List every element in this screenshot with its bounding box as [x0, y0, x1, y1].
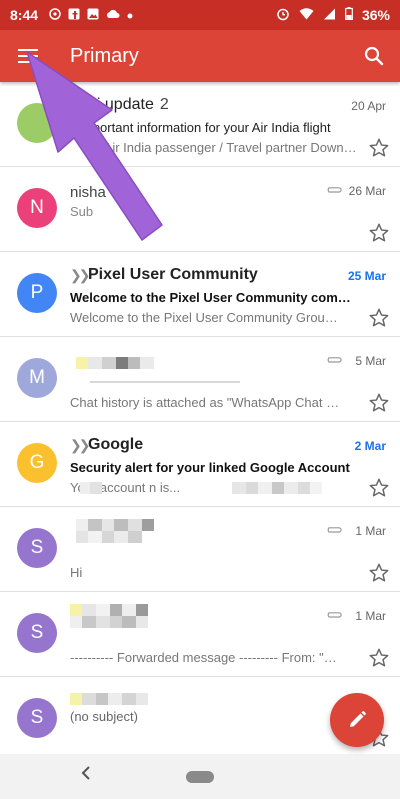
redacted-sender — [76, 357, 154, 369]
email-date: 2 Mar — [354, 439, 386, 453]
attachment-icon — [327, 187, 342, 193]
facebook-icon — [68, 8, 80, 22]
email-snippet: Chat history is attached as "WhatsApp Ch… — [70, 395, 345, 410]
avatar: M — [17, 358, 57, 398]
pencil-icon — [350, 711, 366, 727]
back-button[interactable] — [80, 764, 92, 787]
redacted-snippet — [80, 482, 102, 494]
chevron-left-icon — [81, 766, 90, 780]
email-sender: Pixel User Community — [88, 266, 258, 283]
email-subject: Welcome to the Pixel User Community comm… — [70, 290, 360, 305]
email-snippet: ---------- Forwarded message --------- F… — [70, 650, 345, 665]
email-row[interactable]: G ❯❯ Google 2 Mar Security alert for you… — [0, 422, 400, 507]
avatar: N — [17, 188, 57, 228]
notification-dot-icon — [127, 9, 133, 21]
status-bar: 8:44 36% — [0, 0, 400, 30]
avatar: G — [17, 443, 57, 483]
star-icon[interactable] — [368, 137, 390, 159]
email-date: 1 Mar — [355, 609, 386, 623]
redacted-snippet — [232, 482, 322, 494]
cloud-icon — [106, 9, 120, 21]
page-title: Primary — [70, 44, 139, 67]
gallery-icon — [87, 8, 99, 22]
whatsapp-icon — [49, 8, 61, 22]
compose-button[interactable] — [330, 693, 384, 747]
thread-count: 2 — [159, 96, 169, 113]
email-row[interactable]: M 5 Mar Chat history is attached as "Wha… — [0, 337, 400, 422]
important-marker-icon: ❯❯ — [70, 267, 91, 283]
star-icon[interactable] — [368, 222, 390, 244]
email-subject: (no subject) — [70, 709, 138, 724]
email-date: 26 Mar — [348, 184, 386, 198]
email-subject: mportant information for your Air India … — [82, 120, 331, 135]
battery-percent: 36% — [361, 7, 390, 23]
email-snippet: Hi — [70, 565, 83, 580]
email-sender: Google — [88, 436, 144, 453]
avatar: S — [17, 613, 57, 653]
attachment-icon — [327, 357, 342, 363]
attachment-icon — [327, 527, 342, 533]
email-row[interactable]: P ❯❯ Pixel User Community 25 Mar Welcome… — [0, 252, 400, 337]
star-icon[interactable] — [368, 307, 390, 329]
star-icon[interactable] — [368, 477, 390, 499]
email-sender: ai.update 2 — [88, 96, 169, 113]
email-date: 5 Mar — [355, 354, 386, 368]
email-row[interactable]: N nisha 26 Mar Sub — [0, 167, 400, 252]
home-pill-button[interactable] — [186, 771, 214, 783]
app-bar: Primary — [0, 30, 400, 82]
redacted-subject-line — [90, 381, 240, 383]
star-icon[interactable] — [368, 562, 390, 584]
avatar: S — [17, 528, 57, 568]
system-nav-bar — [0, 754, 400, 799]
email-subject: Sub — [70, 204, 94, 219]
battery-icon — [345, 7, 353, 23]
email-snippet: Welcome to the Pixel User Community Grou… — [70, 310, 345, 325]
star-icon[interactable] — [368, 647, 390, 669]
email-date: 1 Mar — [355, 524, 386, 538]
status-time: 8:44 — [10, 7, 39, 23]
wifi-icon — [299, 7, 314, 23]
search-button[interactable] — [348, 30, 400, 82]
star-icon[interactable] — [368, 392, 390, 414]
email-row[interactable]: S 1 Mar ---------- Forwarded message ---… — [0, 592, 400, 677]
email-list: ai.update 2 20 Apr mportant information f… — [0, 82, 400, 754]
email-snippet: ear Air India passenger / Travel partner… — [82, 140, 357, 155]
avatar — [17, 103, 57, 143]
redacted-sender — [76, 519, 154, 543]
signal-icon — [323, 7, 336, 23]
avatar: S — [17, 698, 57, 738]
avatar: P — [17, 273, 57, 313]
attachment-icon — [327, 612, 342, 618]
redacted-sender — [70, 604, 148, 628]
search-icon — [364, 46, 384, 66]
email-row[interactable]: ai.update 2 20 Apr mportant information f… — [0, 82, 400, 167]
important-marker-icon: ❯❯ — [70, 437, 91, 453]
alarm-icon — [276, 7, 290, 24]
email-date: 25 Mar — [347, 269, 386, 283]
redacted-sender — [70, 693, 148, 705]
email-row[interactable]: S 1 Mar Hi — [0, 507, 400, 592]
hamburger-icon — [18, 49, 38, 63]
email-sender: nisha — [70, 184, 106, 201]
email-date: 20 Apr — [351, 99, 386, 113]
email-subject: Security alert for your linked Google Ac… — [70, 460, 350, 475]
menu-button[interactable] — [0, 30, 56, 82]
